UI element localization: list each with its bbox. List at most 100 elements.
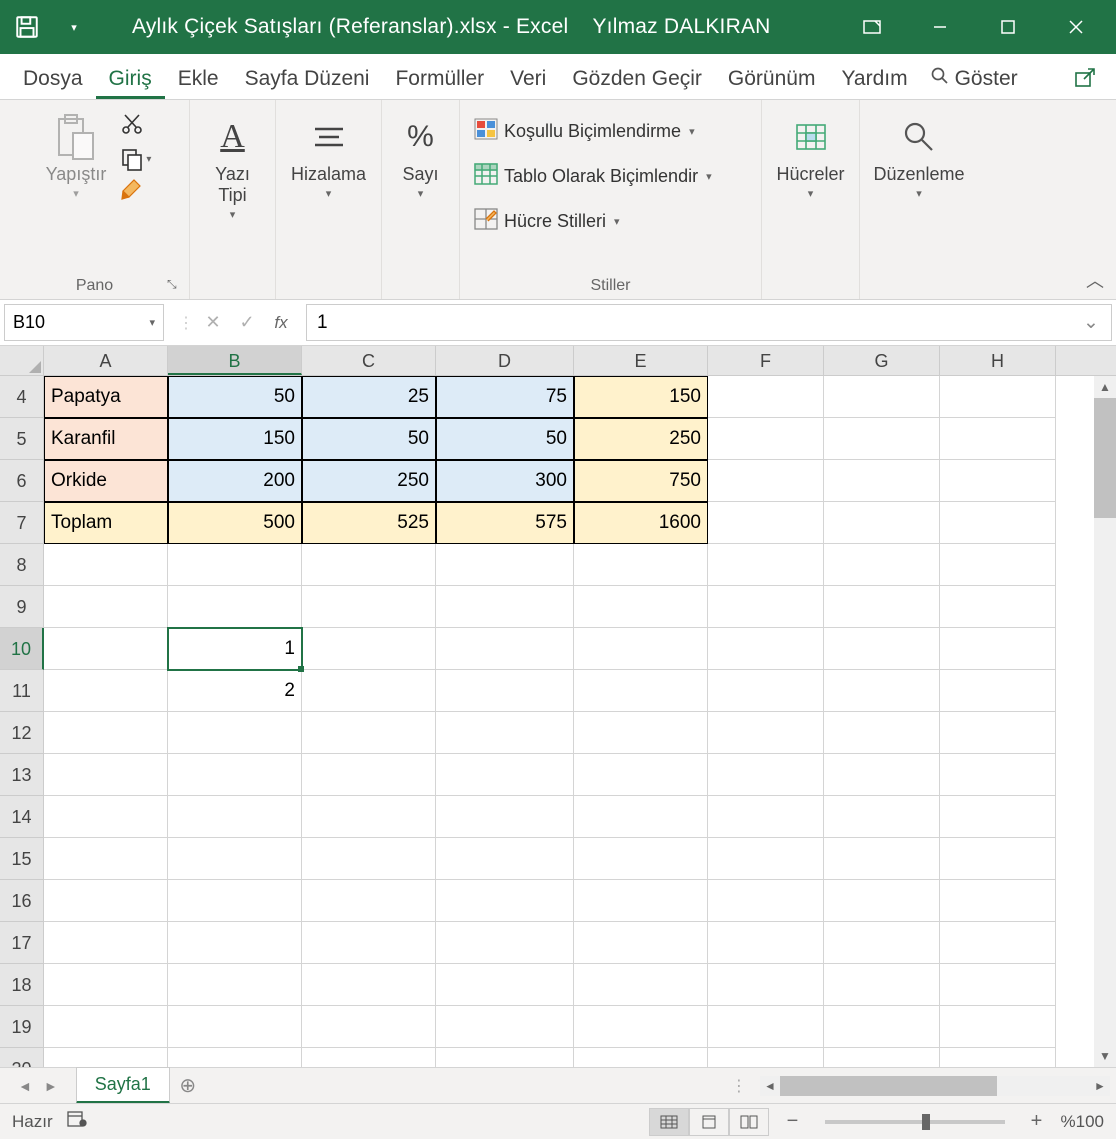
cell-H16[interactable] [940, 880, 1056, 922]
collapse-ribbon-icon[interactable]: ︿ [1086, 267, 1104, 293]
cell-F15[interactable] [708, 838, 824, 880]
cell-E13[interactable] [574, 754, 708, 796]
font-button[interactable]: A Yazı Tipi ▾ [196, 106, 270, 225]
cell-H9[interactable] [940, 586, 1056, 628]
format-as-table-button[interactable]: Tablo Olarak Biçimlendir▾ [468, 159, 753, 194]
cell-C4[interactable]: 25 [302, 376, 436, 418]
cell-G12[interactable] [824, 712, 940, 754]
cell-B14[interactable] [168, 796, 302, 838]
tab-insert[interactable]: Ekle [165, 57, 232, 99]
col-header-g[interactable]: G [824, 346, 940, 375]
cell-C20[interactable] [302, 1048, 436, 1067]
cell-A10[interactable] [44, 628, 168, 670]
tab-review[interactable]: Gözden Geçir [559, 57, 715, 99]
cell-B16[interactable] [168, 880, 302, 922]
row-header-9[interactable]: 9 [0, 586, 44, 628]
zoom-in-button[interactable]: + [1027, 1110, 1047, 1133]
cell-C7[interactable]: 525 [302, 502, 436, 544]
expand-formula-icon[interactable]: ⌄ [1081, 311, 1101, 334]
cell-H5[interactable] [940, 418, 1056, 460]
cell-D8[interactable] [436, 544, 574, 586]
cell-C17[interactable] [302, 922, 436, 964]
row-header-17[interactable]: 17 [0, 922, 44, 964]
paste-button[interactable]: Yapıştır ▾ [38, 106, 115, 204]
macro-record-icon[interactable] [67, 1111, 87, 1132]
row-header-20[interactable]: 20 [0, 1048, 44, 1067]
cell-E14[interactable] [574, 796, 708, 838]
cell-D20[interactable] [436, 1048, 574, 1067]
cell-A5[interactable]: Karanfil [44, 418, 168, 460]
cell-B12[interactable] [168, 712, 302, 754]
cell-F5[interactable] [708, 418, 824, 460]
cell-F16[interactable] [708, 880, 824, 922]
tell-me-search[interactable]: Göster [921, 59, 1028, 99]
tab-help[interactable]: Yardım [828, 57, 920, 99]
cell-B10[interactable]: 1 [168, 628, 302, 670]
cell-G6[interactable] [824, 460, 940, 502]
cell-G18[interactable] [824, 964, 940, 1006]
row-header-8[interactable]: 8 [0, 544, 44, 586]
conditional-formatting-button[interactable]: Koşullu Biçimlendirme▾ [468, 114, 753, 149]
cancel-formula-button[interactable]: ✕ [198, 312, 228, 333]
cell-D19[interactable] [436, 1006, 574, 1048]
cell-B13[interactable] [168, 754, 302, 796]
minimize-button[interactable] [906, 0, 974, 54]
cell-C19[interactable] [302, 1006, 436, 1048]
cell-C15[interactable] [302, 838, 436, 880]
clipboard-dialog-launcher[interactable]: ⤡ [167, 277, 183, 293]
cell-A11[interactable] [44, 670, 168, 712]
scroll-down-icon[interactable]: ▼ [1094, 1045, 1116, 1067]
cell-F14[interactable] [708, 796, 824, 838]
col-header-e[interactable]: E [574, 346, 708, 375]
hscroll-thumb[interactable] [780, 1076, 997, 1096]
horizontal-scrollbar[interactable]: ◄ ► [760, 1076, 1110, 1096]
cell-D5[interactable]: 50 [436, 418, 574, 460]
qat-dropdown-icon[interactable]: ▾ [64, 21, 84, 34]
cell-C12[interactable] [302, 712, 436, 754]
cell-D16[interactable] [436, 880, 574, 922]
cell-E5[interactable]: 250 [574, 418, 708, 460]
cell-F18[interactable] [708, 964, 824, 1006]
cell-E15[interactable] [574, 838, 708, 880]
tab-splitter-icon[interactable]: ⋮ [731, 1076, 754, 1096]
row-header-12[interactable]: 12 [0, 712, 44, 754]
cell-B18[interactable] [168, 964, 302, 1006]
row-header-5[interactable]: 5 [0, 418, 44, 460]
cell-H11[interactable] [940, 670, 1056, 712]
cell-C5[interactable]: 50 [302, 418, 436, 460]
sheet-tab-1[interactable]: Sayfa1 [76, 1067, 170, 1104]
insert-function-button[interactable]: fx [266, 313, 296, 333]
cell-H15[interactable] [940, 838, 1056, 880]
zoom-slider[interactable] [825, 1120, 1005, 1124]
cell-F10[interactable] [708, 628, 824, 670]
cell-B6[interactable]: 200 [168, 460, 302, 502]
cell-E10[interactable] [574, 628, 708, 670]
cell-H4[interactable] [940, 376, 1056, 418]
number-button[interactable]: % Sayı ▾ [384, 106, 458, 204]
cell-E8[interactable] [574, 544, 708, 586]
cell-C9[interactable] [302, 586, 436, 628]
cell-H19[interactable] [940, 1006, 1056, 1048]
cell-C16[interactable] [302, 880, 436, 922]
cell-E6[interactable]: 750 [574, 460, 708, 502]
cell-F8[interactable] [708, 544, 824, 586]
cell-A14[interactable] [44, 796, 168, 838]
tab-file[interactable]: Dosya [10, 57, 96, 99]
cell-B17[interactable] [168, 922, 302, 964]
sheet-nav-next-icon[interactable]: ► [44, 1078, 58, 1094]
cell-D13[interactable] [436, 754, 574, 796]
cell-G19[interactable] [824, 1006, 940, 1048]
zoom-level[interactable]: %100 [1061, 1112, 1104, 1132]
cell-G7[interactable] [824, 502, 940, 544]
cell-E16[interactable] [574, 880, 708, 922]
cell-H7[interactable] [940, 502, 1056, 544]
cell-C14[interactable] [302, 796, 436, 838]
cell-E9[interactable] [574, 586, 708, 628]
cell-D12[interactable] [436, 712, 574, 754]
scroll-up-icon[interactable]: ▲ [1094, 376, 1116, 398]
cell-D18[interactable] [436, 964, 574, 1006]
cell-A7[interactable]: Toplam [44, 502, 168, 544]
scroll-right-icon[interactable]: ► [1090, 1079, 1110, 1093]
tab-view[interactable]: Görünüm [715, 57, 829, 99]
col-header-b[interactable]: B [168, 346, 302, 375]
